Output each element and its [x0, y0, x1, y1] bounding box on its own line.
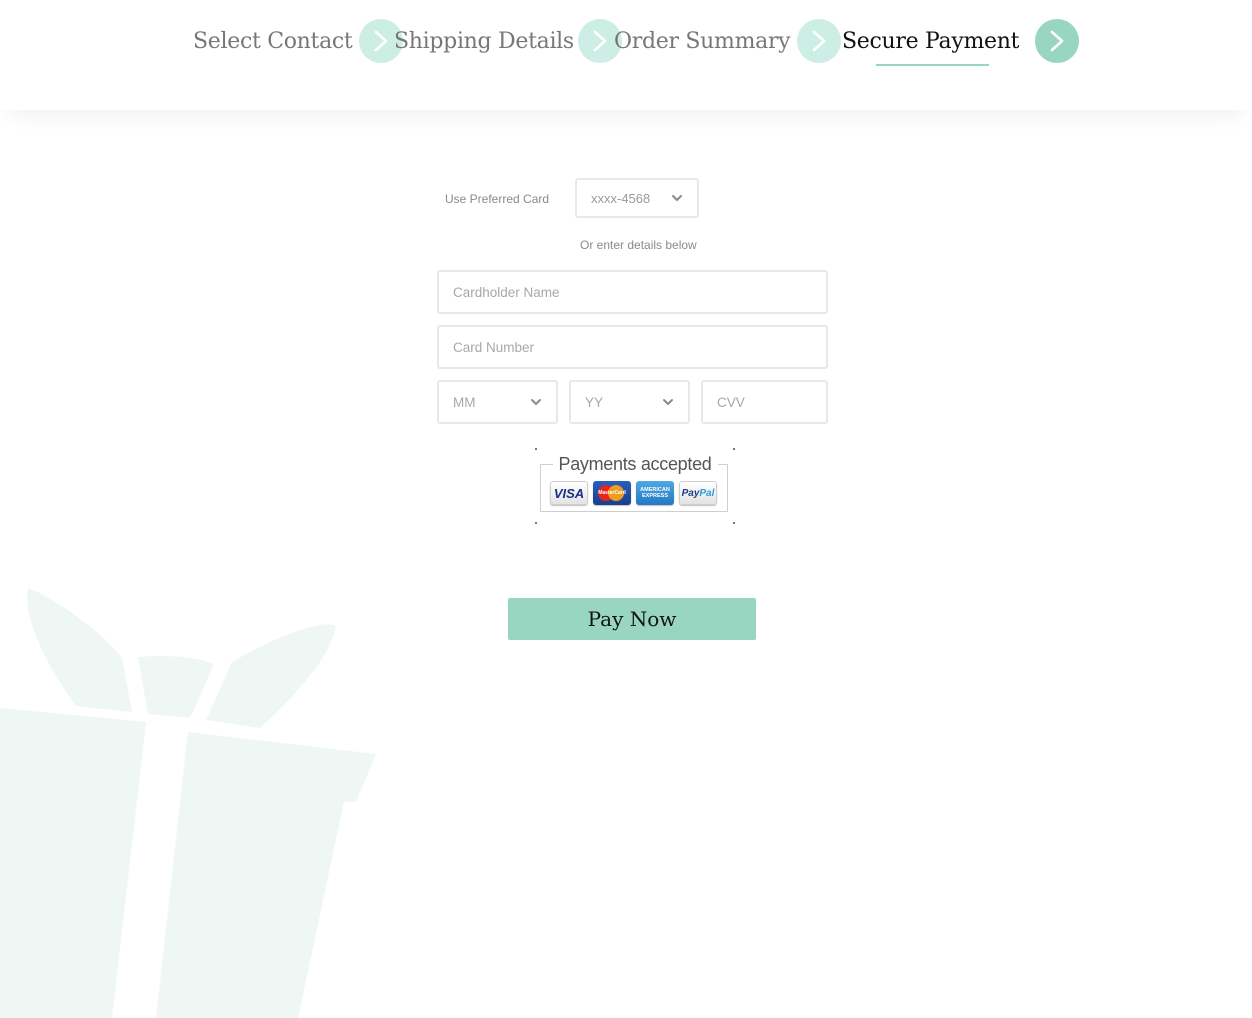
paypal-logo-icon: Pay Pal [679, 481, 717, 505]
cardholder-name-placeholder: Cardholder Name [453, 284, 560, 300]
expiry-month-select[interactable]: MM [437, 380, 558, 424]
step-label: Select Contact [193, 28, 353, 54]
cvv-placeholder: CVV [717, 394, 745, 410]
expiry-year-placeholder: YY [585, 394, 604, 410]
step-label: Shipping Details [394, 28, 574, 54]
chevron-down-icon [531, 399, 541, 405]
preferred-card-label: Use Preferred Card [445, 192, 550, 206]
step-select-contact[interactable]: Select Contact [193, 18, 404, 64]
chevron-down-icon [663, 399, 673, 405]
card-number-field[interactable]: Card Number [437, 325, 828, 369]
chevron-down-icon [672, 195, 682, 201]
chevron-right-icon[interactable] [797, 19, 842, 63]
pay-now-button[interactable]: Pay Now [508, 598, 756, 640]
card-number-placeholder: Card Number [453, 339, 535, 355]
cvv-field[interactable]: CVV [701, 380, 828, 424]
cardholder-name-field[interactable]: Cardholder Name [437, 270, 828, 314]
preferred-card-value: xxxx-4568 [591, 190, 651, 206]
step-label: Order Summary [614, 28, 791, 54]
preferred-card-select[interactable]: xxxx-4568 [575, 178, 699, 218]
step-order-summary[interactable]: Order Summary [614, 18, 842, 64]
badge-corner-dot [535, 448, 537, 450]
expiry-year-select[interactable]: YY [569, 380, 690, 424]
amex-logo-icon: AMERICAN EXPRESS [636, 481, 674, 505]
mastercard-logo-icon: MasterCard [593, 481, 631, 505]
payments-accepted-title: Payments accepted [535, 454, 735, 475]
card-logos: VISA MasterCard AMERICAN EXPRESS Pay Pal [550, 481, 717, 505]
badge-corner-dot [535, 522, 537, 524]
gift-background-illustration [0, 588, 376, 1018]
badge-corner-dot [733, 448, 735, 450]
step-secure-payment[interactable]: Secure Payment [842, 18, 1080, 66]
step-shipping-details[interactable]: Shipping Details [394, 18, 622, 64]
badge-corner-dot [733, 522, 735, 524]
step-label: Secure Payment [842, 28, 1020, 66]
or-enter-details-text: Or enter details below [580, 238, 697, 252]
payments-accepted-badge: Payments accepted VISA MasterCard AMERIC… [535, 448, 735, 524]
visa-logo-icon: VISA [550, 481, 588, 505]
expiry-month-placeholder: MM [453, 394, 476, 410]
checkout-header: Select Contact Shipping Details Order Su… [0, 0, 1252, 110]
chevron-right-icon[interactable] [1035, 19, 1080, 63]
